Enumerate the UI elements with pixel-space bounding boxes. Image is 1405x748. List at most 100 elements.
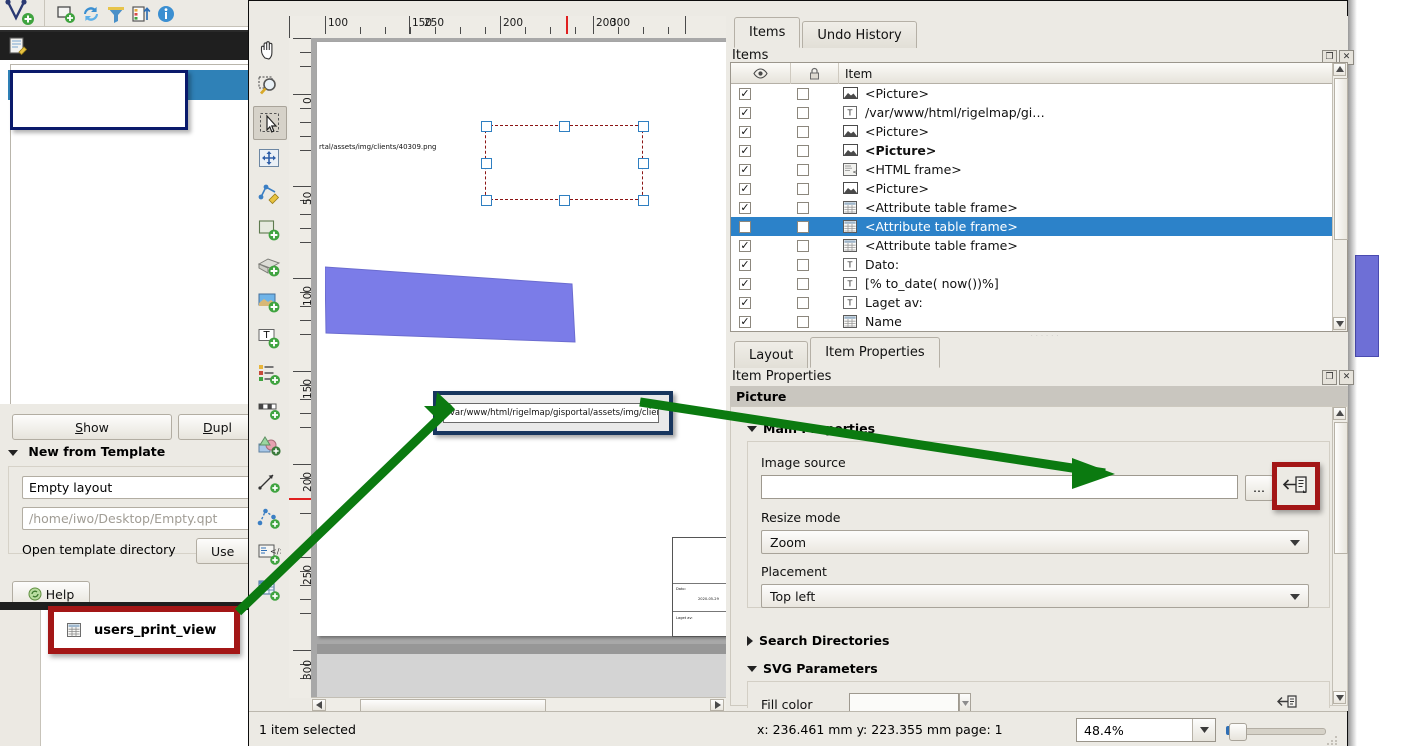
lock-checkbox[interactable] [797,201,809,214]
props-scroll-down-arrow[interactable] [1333,691,1346,704]
table-row[interactable]: ✓ <Picture> [731,84,1347,103]
table-row[interactable]: ✓ T [% to_date( now())%] [731,274,1347,293]
visibility-checkbox[interactable]: ✓ [739,201,751,214]
visibility-checkbox[interactable]: ✓ [739,163,751,176]
layout-titleblock[interactable]: Dato: 2020-05-29 Laget av: [672,537,726,637]
refresh-icon[interactable] [81,4,101,24]
select-item-tool[interactable] [253,106,287,140]
visibility-checkbox[interactable]: ✓ [739,258,751,271]
lock-checkbox[interactable] [797,144,809,157]
resize-handle-sw[interactable] [481,195,492,206]
filter-icon[interactable] [106,4,126,24]
section-svg-parameters[interactable]: SVG Parameters [747,661,878,676]
resize-mode-select[interactable]: Zoom [761,530,1309,554]
vertex-tool-icon[interactable] [2,0,44,28]
table-row[interactable]: ✓ T Laget av: [731,293,1347,312]
fill-color-swatch[interactable] [849,693,959,713]
table-row[interactable]: ✓ T/var/www/html/rigelmap/gi… [731,103,1347,122]
close-icon[interactable]: ✕ [1339,370,1354,385]
zoom-slider-handle[interactable] [1229,723,1247,741]
zoom-tool[interactable] [253,70,285,102]
tab-undo-history[interactable]: Undo History [802,21,917,48]
scroll-right-arrow[interactable] [710,699,724,711]
sort-icon[interactable] [131,4,151,24]
visibility-checkbox[interactable]: ✓ [739,182,751,195]
layout-canvas[interactable]: rtal/assets/img/clients/40309.png Dato: … [311,38,726,698]
table-row[interactable]: ✓ <Picture> [731,122,1347,141]
add-scalebar-tool[interactable] [253,394,285,426]
items-vscroll-thumb[interactable] [1334,78,1348,240]
visibility-checkbox[interactable]: ✓ [739,144,751,157]
lock-checkbox[interactable] [797,239,809,252]
visibility-checkbox[interactable]: ✓ [739,239,751,252]
add-3dmap-tool[interactable] [253,250,285,282]
layout-page-1[interactable]: rtal/assets/img/clients/40309.png Dato: … [317,42,726,637]
new-layer-icon[interactable] [56,4,76,24]
lock-checkbox[interactable] [797,125,809,138]
browse-image-button[interactable]: … [1245,475,1273,501]
lock-checkbox[interactable] [797,106,809,119]
fill-color-dropdown-arrow[interactable] [959,693,971,713]
visibility-checkbox[interactable]: ✓ [739,106,751,119]
move-item-content-tool[interactable] [253,142,285,174]
props-vscroll-thumb[interactable] [1334,422,1348,554]
edit-nodes-tool[interactable] [253,178,285,210]
canvas-hscrollbar[interactable] [311,697,726,713]
table-row[interactable]: ✓ <Attribute table frame> [731,198,1347,217]
table-row[interactable]: <Attribute table frame> [731,217,1347,236]
image-source-input[interactable] [761,475,1238,499]
resize-handle-se[interactable] [638,195,649,206]
resize-handle-e[interactable] [638,158,649,169]
add-legend-tool[interactable] [253,358,285,390]
table-row[interactable]: ✓ Name [731,312,1347,331]
layout-item-placeholder[interactable] [481,121,649,206]
visibility-checkbox[interactable] [739,220,751,233]
add-arrow-tool[interactable] [253,466,285,498]
template-select[interactable]: Empty layout [22,476,262,499]
items-scroll-down-arrow[interactable] [1333,317,1346,330]
visibility-checkbox[interactable]: ✓ [739,87,751,100]
add-picture-tool[interactable] [253,286,285,318]
table-row[interactable]: ✓ T Dato: [731,255,1347,274]
template-path-input[interactable]: /home/iwo/Desktop/Empty.qpt [22,507,262,530]
lock-checkbox[interactable] [797,277,809,290]
add-attribute-table-tool[interactable] [253,574,285,606]
tab-item-properties[interactable]: Item Properties [810,337,940,368]
tab-items[interactable]: Items [734,17,801,48]
new-from-template-section-header[interactable]: New from Template [8,444,256,462]
resize-handle-s[interactable] [559,195,570,206]
zoom-level-combo[interactable]: 48.4% [1076,718,1216,742]
table-row[interactable]: ✓ <Attribute table frame> [731,236,1347,255]
visibility-checkbox[interactable]: ✓ [739,315,751,328]
table-row[interactable]: ✓ </> <HTML frame> [731,160,1347,179]
props-scroll-up-arrow[interactable] [1333,407,1346,420]
section-main-properties[interactable]: Main Properties [747,421,875,436]
lock-checkbox[interactable] [797,315,809,328]
resize-grip[interactable] [1327,734,1339,745]
table-row[interactable]: ✓ <Picture> [731,179,1347,198]
items-list[interactable]: Item ✓ <Picture> ✓ T/var/www/html/rigelmap/… [730,62,1348,332]
undock-icon[interactable]: ❐ [1322,370,1337,385]
lock-checkbox[interactable] [797,163,809,176]
resize-handle-w[interactable] [481,158,492,169]
add-polyline-tool[interactable] [253,502,285,534]
lock-checkbox[interactable] [797,220,809,233]
lock-checkbox[interactable] [797,87,809,100]
add-shape-tool[interactable] [253,430,285,462]
lock-checkbox[interactable] [797,182,809,195]
visibility-checkbox[interactable]: ✓ [739,277,751,290]
scroll-left-arrow[interactable] [312,699,326,711]
resize-handle-n[interactable] [559,121,570,132]
info-icon[interactable] [156,4,176,24]
resize-handle-ne[interactable] [638,121,649,132]
lock-checkbox[interactable] [797,296,809,309]
pan-tool[interactable] [253,34,285,66]
add-html-tool[interactable]: </> [253,538,285,570]
selected-picture-item[interactable]: /var/www/html/rigelmap/gisportal/assets/… [433,391,673,435]
add-map-tool[interactable] [253,214,285,246]
items-scroll-up-arrow[interactable] [1333,63,1346,76]
visibility-checkbox[interactable]: ✓ [739,125,751,138]
table-row[interactable]: ✓ <Picture> [731,141,1347,160]
section-search-directories[interactable]: Search Directories [747,633,889,648]
placement-select[interactable]: Top left [761,584,1309,608]
